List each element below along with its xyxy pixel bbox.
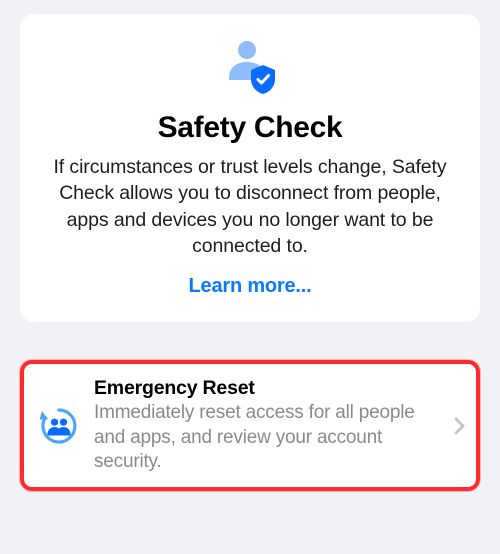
chevron-right-icon — [454, 417, 466, 435]
page-description: If circumstances or trust levels change,… — [40, 154, 460, 259]
emergency-reset-text: Emergency Reset Immediately reset access… — [94, 377, 440, 474]
page-title: Safety Check — [40, 111, 460, 145]
person-shield-icon — [223, 38, 277, 99]
learn-more-link[interactable]: Learn more... — [189, 275, 312, 298]
safety-check-icon-wrap — [40, 38, 460, 99]
emergency-reset-row[interactable]: Emergency Reset Immediately reset access… — [20, 360, 480, 491]
safety-check-card: Safety Check If circumstances or trust l… — [20, 14, 480, 322]
emergency-reset-subtitle: Immediately reset access for all people … — [94, 401, 440, 474]
emergency-reset-icon — [38, 405, 80, 447]
emergency-reset-title: Emergency Reset — [94, 377, 440, 400]
